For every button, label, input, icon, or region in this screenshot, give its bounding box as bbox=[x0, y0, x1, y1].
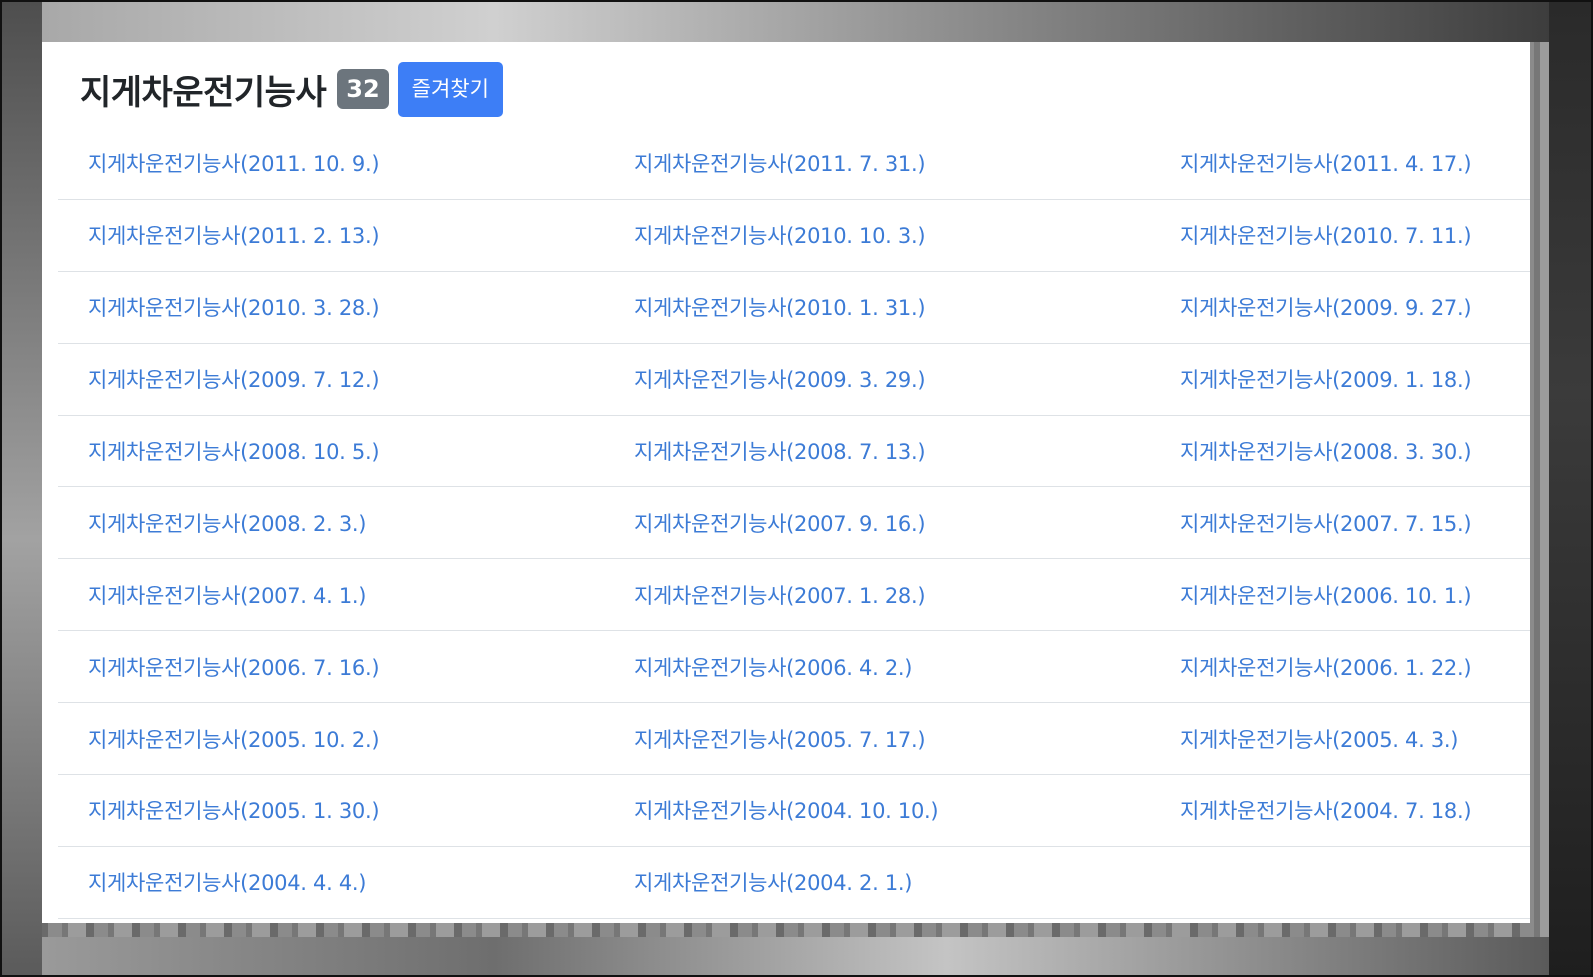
exam-link[interactable]: 지게차운전기능사(2004. 7. 18.) bbox=[1180, 795, 1472, 825]
table-cell: 지게차운전기능사(2008. 10. 5.) bbox=[58, 416, 604, 487]
background-right bbox=[1549, 2, 1591, 975]
table-cell: 지게차운전기능사(2005. 1. 30.) bbox=[58, 775, 604, 846]
exam-link[interactable]: 지게차운전기능사(2009. 7. 12.) bbox=[88, 364, 380, 394]
table-cell: 지게차운전기능사(2010. 1. 31.) bbox=[604, 272, 1150, 343]
table-cell: 지게차운전기능사(2004. 4. 4.) bbox=[58, 847, 604, 918]
table-cell-empty bbox=[1150, 847, 1530, 918]
table-cell: 지게차운전기능사(2011. 7. 31.) bbox=[604, 128, 1150, 199]
exam-link[interactable]: 지게차운전기능사(2008. 3. 30.) bbox=[1180, 436, 1472, 466]
exam-link[interactable]: 지게차운전기능사(2010. 1. 31.) bbox=[634, 292, 926, 322]
exam-link[interactable]: 지게차운전기능사(2009. 9. 27.) bbox=[1180, 292, 1472, 322]
table-row: 지게차운전기능사(2011. 10. 9.) 지게차운전기능사(2011. 7.… bbox=[58, 128, 1530, 200]
page-frame: 지게차운전기능사 32 즐겨찾기 지게차운전기능사(2011. 10. 9.) … bbox=[0, 0, 1593, 977]
exam-link[interactable]: 지게차운전기능사(2004. 2. 1.) bbox=[634, 867, 912, 897]
page-title: 지게차운전기능사 bbox=[80, 72, 327, 113]
table-cell: 지게차운전기능사(2010. 7. 11.) bbox=[1150, 200, 1530, 271]
exam-link[interactable]: 지게차운전기능사(2010. 3. 28.) bbox=[88, 292, 380, 322]
table-cell: 지게차운전기능사(2007. 7. 15.) bbox=[1150, 487, 1530, 558]
table-cell: 지게차운전기능사(2007. 1. 28.) bbox=[604, 559, 1150, 630]
table-cell: 지게차운전기능사(2006. 4. 2.) bbox=[604, 631, 1150, 702]
exam-link[interactable]: 지게차운전기능사(2007. 1. 28.) bbox=[634, 580, 926, 610]
background-bottom bbox=[42, 937, 1549, 975]
exam-link[interactable]: 지게차운전기능사(2011. 10. 9.) bbox=[88, 148, 380, 178]
table-cell: 지게차운전기능사(2008. 2. 3.) bbox=[58, 487, 604, 558]
table-cell: 지게차운전기능사(2004. 10. 10.) bbox=[604, 775, 1150, 846]
table-row: 지게차운전기능사(2008. 10. 5.) 지게차운전기능사(2008. 7.… bbox=[58, 416, 1530, 488]
table-cell: 지게차운전기능사(2010. 10. 3.) bbox=[604, 200, 1150, 271]
exam-link[interactable]: 지게차운전기능사(2010. 7. 11.) bbox=[1180, 220, 1472, 250]
table-row: 지게차운전기능사(2011. 2. 13.) 지게차운전기능사(2010. 10… bbox=[58, 200, 1530, 272]
exam-link[interactable]: 지게차운전기능사(2006. 1. 22.) bbox=[1180, 652, 1472, 682]
card-header: 지게차운전기능사 32 즐겨찾기 bbox=[80, 61, 503, 117]
exam-link[interactable]: 지게차운전기능사(2004. 4. 4.) bbox=[88, 867, 366, 897]
count-badge: 32 bbox=[337, 69, 389, 109]
table-cell: 지게차운전기능사(2004. 7. 18.) bbox=[1150, 775, 1530, 846]
table-cell: 지게차운전기능사(2005. 10. 2.) bbox=[58, 703, 604, 774]
exam-link[interactable]: 지게차운전기능사(2011. 4. 17.) bbox=[1180, 148, 1472, 178]
exam-link[interactable]: 지게차운전기능사(2007. 7. 15.) bbox=[1180, 508, 1472, 538]
exam-link[interactable]: 지게차운전기능사(2006. 7. 16.) bbox=[88, 652, 380, 682]
table-cell: 지게차운전기능사(2005. 4. 3.) bbox=[1150, 703, 1530, 774]
exam-link[interactable]: 지게차운전기능사(2008. 10. 5.) bbox=[88, 436, 380, 466]
table-cell: 지게차운전기능사(2010. 3. 28.) bbox=[58, 272, 604, 343]
table-row: 지게차운전기능사(2007. 4. 1.) 지게차운전기능사(2007. 1. … bbox=[58, 559, 1530, 632]
background-left bbox=[2, 2, 42, 975]
background-top bbox=[42, 2, 1549, 42]
exam-list-card: 지게차운전기능사 32 즐겨찾기 지게차운전기능사(2011. 10. 9.) … bbox=[42, 42, 1530, 923]
exam-link[interactable]: 지게차운전기능사(2008. 7. 13.) bbox=[634, 436, 926, 466]
exam-link[interactable]: 지게차운전기능사(2011. 7. 31.) bbox=[634, 148, 926, 178]
table-row: 지게차운전기능사(2009. 7. 12.) 지게차운전기능사(2009. 3.… bbox=[58, 344, 1530, 416]
exam-link[interactable]: 지게차운전기능사(2006. 4. 2.) bbox=[634, 652, 912, 682]
exam-link[interactable]: 지게차운전기능사(2010. 10. 3.) bbox=[634, 220, 926, 250]
table-cell: 지게차운전기능사(2007. 9. 16.) bbox=[604, 487, 1150, 558]
table-cell: 지게차운전기능사(2008. 3. 30.) bbox=[1150, 416, 1530, 487]
table-cell: 지게차운전기능사(2011. 2. 13.) bbox=[58, 200, 604, 271]
table-row: 지게차운전기능사(2010. 3. 28.) 지게차운전기능사(2010. 1.… bbox=[58, 272, 1530, 344]
exam-link[interactable]: 지게차운전기능사(2011. 2. 13.) bbox=[88, 220, 380, 250]
favorite-button[interactable]: 즐겨찾기 bbox=[397, 61, 503, 117]
table-row: 지게차운전기능사(2005. 10. 2.) 지게차운전기능사(2005. 7.… bbox=[58, 703, 1530, 776]
table-row: 지게차운전기능사(2008. 2. 3.) 지게차운전기능사(2007. 9. … bbox=[58, 487, 1530, 560]
table-cell: 지게차운전기능사(2004. 2. 1.) bbox=[604, 847, 1150, 918]
table-cell: 지게차운전기능사(2009. 1. 18.) bbox=[1150, 344, 1530, 415]
table-cell: 지게차운전기능사(2009. 9. 27.) bbox=[1150, 272, 1530, 343]
table-row: 지게차운전기능사(2006. 7. 16.) 지게차운전기능사(2006. 4.… bbox=[58, 631, 1530, 704]
table-cell: 지게차운전기능사(2006. 7. 16.) bbox=[58, 631, 604, 702]
table-cell: 지게차운전기능사(2008. 7. 13.) bbox=[604, 416, 1150, 487]
exam-link[interactable]: 지게차운전기능사(2007. 9. 16.) bbox=[634, 508, 926, 538]
table-cell: 지게차운전기능사(2006. 10. 1.) bbox=[1150, 559, 1530, 630]
exam-link[interactable]: 지게차운전기능사(2009. 3. 29.) bbox=[634, 364, 926, 394]
table-row: 지게차운전기능사(2005. 1. 30.) 지게차운전기능사(2004. 10… bbox=[58, 775, 1530, 847]
table-cell: 지게차운전기능사(2007. 4. 1.) bbox=[58, 559, 604, 630]
table-cell: 지게차운전기능사(2011. 10. 9.) bbox=[58, 128, 604, 199]
exam-link[interactable]: 지게차운전기능사(2009. 1. 18.) bbox=[1180, 364, 1472, 394]
table-row: 지게차운전기능사(2004. 4. 4.) 지게차운전기능사(2004. 2. … bbox=[58, 847, 1530, 919]
exam-link[interactable]: 지게차운전기능사(2005. 7. 17.) bbox=[634, 724, 926, 754]
table-cell: 지게차운전기능사(2006. 1. 22.) bbox=[1150, 631, 1530, 702]
exam-table: 지게차운전기능사(2011. 10. 9.) 지게차운전기능사(2011. 7.… bbox=[58, 128, 1530, 919]
exam-link[interactable]: 지게차운전기능사(2006. 10. 1.) bbox=[1180, 580, 1472, 610]
exam-link[interactable]: 지게차운전기능사(2005. 4. 3.) bbox=[1180, 724, 1458, 754]
exam-link[interactable]: 지게차운전기능사(2005. 1. 30.) bbox=[88, 795, 380, 825]
table-cell: 지게차운전기능사(2009. 3. 29.) bbox=[604, 344, 1150, 415]
exam-link[interactable]: 지게차운전기능사(2005. 10. 2.) bbox=[88, 724, 380, 754]
table-cell: 지게차운전기능사(2011. 4. 17.) bbox=[1150, 128, 1530, 199]
table-cell: 지게차운전기능사(2005. 7. 17.) bbox=[604, 703, 1150, 774]
exam-link[interactable]: 지게차운전기능사(2008. 2. 3.) bbox=[88, 508, 366, 538]
table-cell: 지게차운전기능사(2009. 7. 12.) bbox=[58, 344, 604, 415]
exam-link[interactable]: 지게차운전기능사(2004. 10. 10.) bbox=[634, 795, 939, 825]
exam-link[interactable]: 지게차운전기능사(2007. 4. 1.) bbox=[88, 580, 366, 610]
